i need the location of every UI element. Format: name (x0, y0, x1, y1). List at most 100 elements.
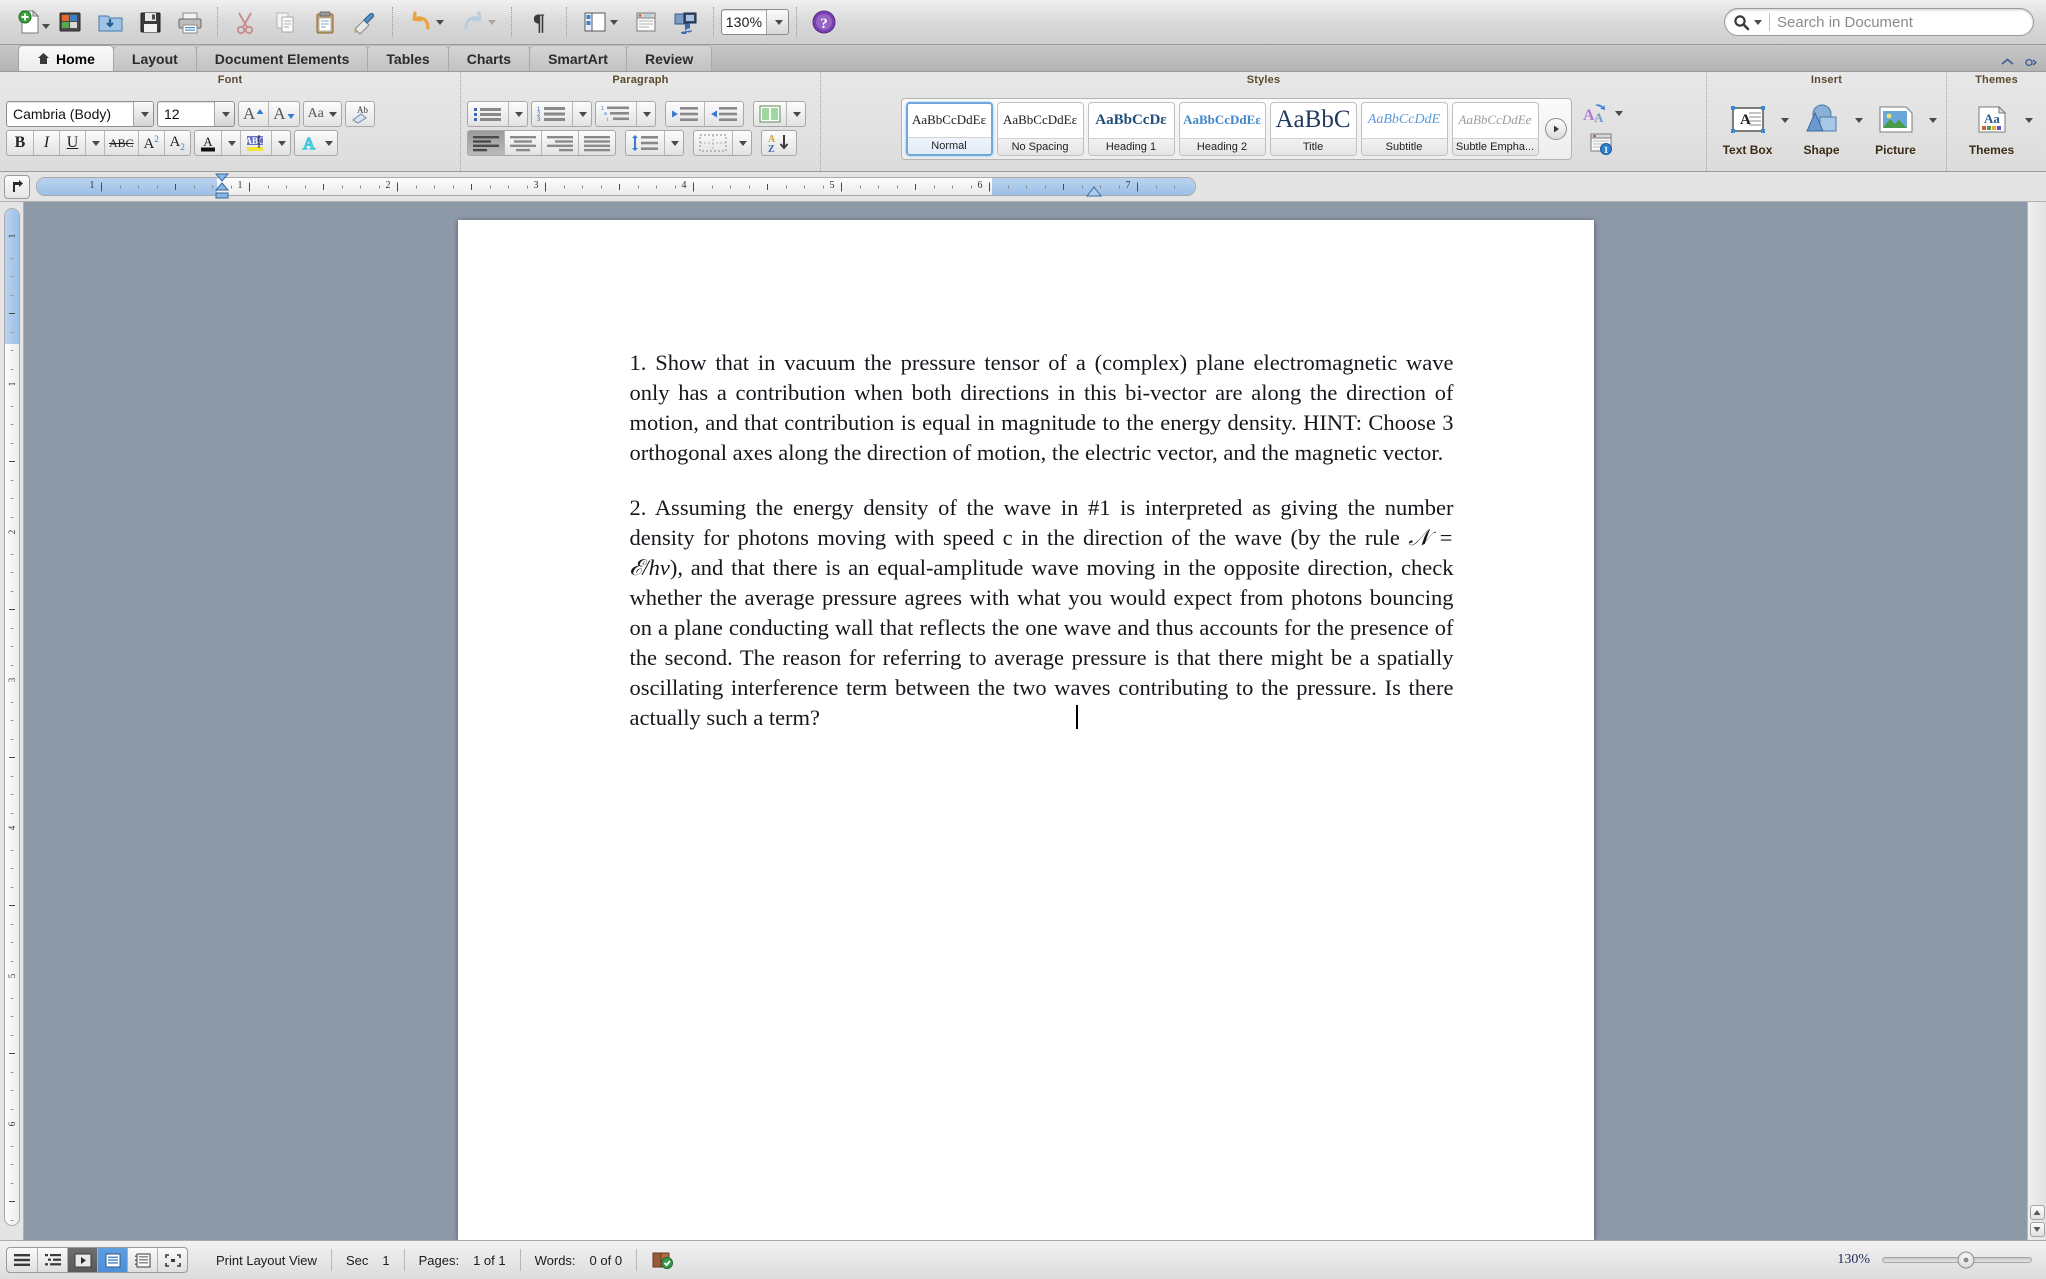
font-size-combo[interactable]: 12 (157, 101, 235, 127)
numbered-list-button[interactable]: 123 (532, 102, 572, 126)
sidebar-button[interactable] (574, 3, 626, 41)
italic-button[interactable]: I (33, 131, 59, 155)
superscript-button[interactable]: A2 (137, 131, 164, 155)
zoom-dropdown-arrow[interactable] (766, 10, 788, 34)
numbered-list-dropdown[interactable] (572, 102, 591, 126)
tab-stop-selector-button[interactable] (4, 174, 30, 199)
scroll-up-button[interactable] (2029, 1205, 2045, 1220)
right-indent-marker[interactable] (1085, 186, 1103, 198)
zoom-slider-knob[interactable] (1957, 1251, 1975, 1269)
tab-document-elements[interactable]: Document Elements (195, 45, 369, 71)
insert-text-box-caret[interactable] (1780, 118, 1789, 123)
document-page[interactable]: 1. Show that in vacuum the pressure tens… (457, 220, 1594, 1240)
align-left-button[interactable] (468, 131, 504, 155)
new-document-menu-caret[interactable] (42, 24, 50, 29)
template-gallery-button[interactable] (50, 3, 90, 41)
font-color-button[interactable]: A (195, 131, 221, 155)
justify-button[interactable] (578, 131, 615, 155)
toolbox-button[interactable] (626, 3, 666, 41)
align-right-button[interactable] (541, 131, 578, 155)
save-button[interactable] (130, 3, 170, 41)
status-spellcheck[interactable] (636, 1249, 687, 1271)
multilevel-list-button[interactable]: 1ai (596, 102, 636, 126)
insert-shape-caret[interactable] (1854, 118, 1863, 123)
document-paragraph-1[interactable]: 1. Show that in vacuum the pressure tens… (630, 348, 1454, 468)
increase-indent-button[interactable] (704, 102, 743, 126)
outline-view-button[interactable] (37, 1248, 67, 1272)
style-tile-heading-1[interactable]: AaBbCcDε Heading 1 (1087, 101, 1175, 156)
change-case-button[interactable]: Aa (302, 101, 342, 127)
horizontal-ruler[interactable]: 1 1 2 3 4 5 6 7 (36, 177, 1196, 196)
notebook-view-button[interactable] (127, 1248, 157, 1272)
columns-dropdown[interactable] (786, 102, 805, 126)
underline-button[interactable]: U (59, 131, 85, 155)
line-spacing-dropdown[interactable] (664, 131, 683, 155)
bulleted-list-dropdown[interactable] (508, 102, 527, 126)
styles-pane-button[interactable]: A A (1578, 100, 1627, 126)
insert-text-box-button[interactable]: A Text Box (1717, 100, 1779, 157)
tab-smartart[interactable]: SmartArt (529, 45, 627, 71)
cut-button[interactable] (225, 3, 265, 41)
align-center-button[interactable] (504, 131, 541, 155)
print-layout-view-button[interactable] (97, 1248, 127, 1272)
tab-layout[interactable]: Layout (112, 45, 197, 71)
publishing-view-button[interactable] (67, 1248, 97, 1272)
multilevel-list-dropdown[interactable] (636, 102, 655, 126)
style-tile-subtle-emphasis[interactable]: AaBbCcDdEe Subtle Empha... (1451, 101, 1539, 156)
sidebar-menu-caret[interactable] (610, 19, 618, 25)
chevron-up-icon[interactable] (2000, 57, 2015, 68)
vertical-scrollbar[interactable] (2027, 202, 2046, 1240)
manage-styles-button[interactable]: 1 (1585, 131, 1619, 157)
undo-button[interactable] (400, 3, 452, 41)
decrease-indent-button[interactable] (666, 102, 704, 126)
print-button[interactable] (170, 3, 210, 41)
style-tile-heading-2[interactable]: AaBbCcDdEε Heading 2 (1178, 101, 1266, 156)
zoom-combo[interactable]: 130% (721, 9, 789, 35)
bulleted-list-button[interactable] (468, 102, 508, 126)
font-name-dropdown[interactable] (133, 102, 153, 126)
vertical-ruler[interactable]: 1 1 2 3 4 5 6 (0, 202, 24, 1240)
underline-dropdown[interactable] (85, 131, 104, 155)
paste-button[interactable] (305, 3, 345, 41)
text-effects-button[interactable]: A (293, 130, 338, 156)
tab-charts[interactable]: Charts (447, 45, 531, 71)
themes-button[interactable]: Aa Themes (1961, 100, 2023, 157)
styles-gallery-more-button[interactable] (1544, 117, 1567, 140)
font-size-dropdown[interactable] (214, 102, 234, 126)
show-formatting-button[interactable]: ¶ (519, 3, 559, 41)
themes-caret[interactable] (2024, 118, 2033, 123)
full-screen-view-button[interactable] (157, 1248, 187, 1272)
search-icon[interactable] (1733, 14, 1762, 31)
gear-icon[interactable] (2023, 57, 2038, 68)
line-spacing-button[interactable] (626, 131, 664, 155)
font-color-dropdown[interactable] (220, 131, 240, 155)
left-indent-marker[interactable] (212, 172, 232, 200)
style-tile-subtitle[interactable]: AaBbCcDdE Subtitle (1360, 101, 1448, 156)
subscript-button[interactable]: A2 (163, 131, 190, 155)
style-tile-title[interactable]: AaBbC Title (1269, 101, 1357, 156)
redo-button[interactable] (452, 3, 504, 41)
copy-button[interactable] (265, 3, 305, 41)
insert-shape-button[interactable]: Shape (1791, 100, 1853, 157)
undo-menu-caret[interactable] (436, 19, 444, 25)
zoom-slider[interactable] (1882, 1251, 2032, 1269)
document-scroll-region[interactable]: 1. Show that in vacuum the pressure tens… (24, 202, 2027, 1240)
search-scope-caret[interactable] (1754, 19, 1762, 25)
highlight-dropdown[interactable] (270, 131, 290, 155)
columns-button[interactable] (754, 102, 786, 126)
tab-home[interactable]: Home (18, 45, 114, 71)
search-input[interactable] (1777, 13, 2023, 31)
search-box[interactable] (1724, 8, 2034, 36)
grow-font-button[interactable]: A (239, 102, 268, 126)
redo-menu-caret[interactable] (488, 19, 496, 25)
tab-review[interactable]: Review (625, 45, 713, 71)
style-tile-normal[interactable]: AaBbCcDdEε Normal (905, 101, 993, 156)
document-paragraph-2[interactable]: 2. Assuming the energy density of the wa… (630, 493, 1454, 733)
borders-button[interactable] (694, 131, 732, 155)
tab-tables[interactable]: Tables (367, 45, 449, 71)
new-document-button[interactable] (10, 3, 50, 41)
media-browser-button[interactable] (666, 3, 706, 41)
clear-formatting-button[interactable]: Ab (344, 101, 375, 127)
borders-dropdown[interactable] (732, 131, 751, 155)
bold-button[interactable]: B (7, 131, 33, 155)
